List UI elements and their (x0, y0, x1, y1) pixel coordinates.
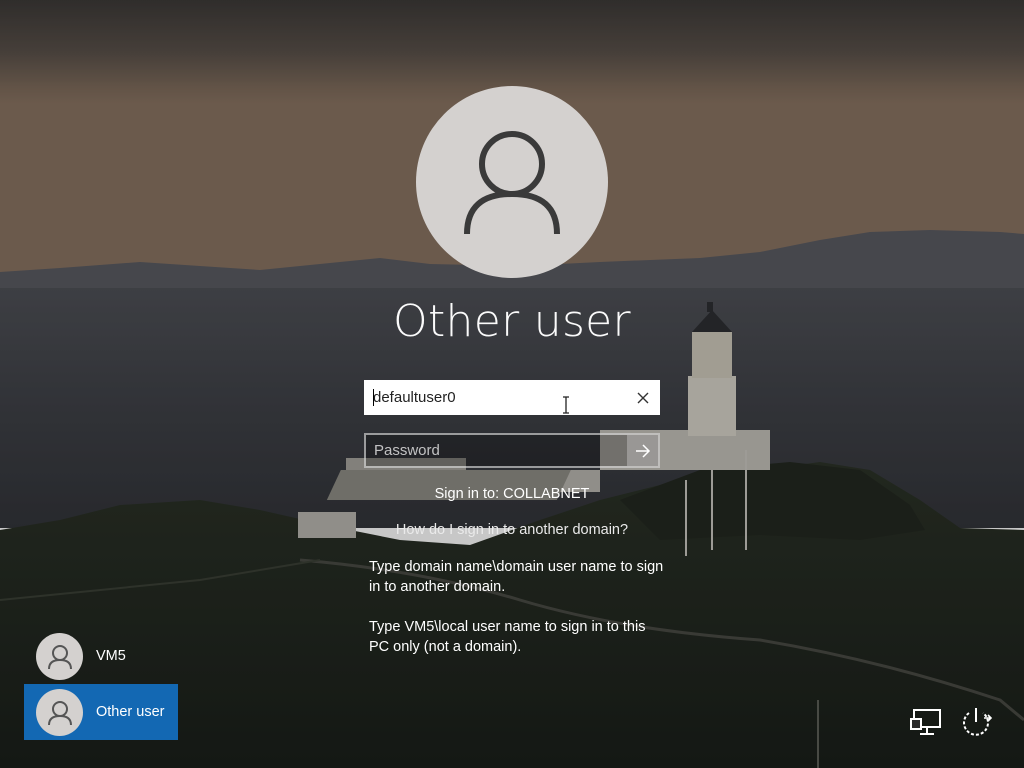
network-button[interactable] (910, 707, 944, 737)
mouse-cursor-ibeam (563, 396, 569, 414)
password-field-container (364, 433, 660, 468)
user-avatar (416, 86, 608, 278)
user-tile-vm5[interactable]: VM5 (24, 628, 178, 684)
user-tile-label: Other user (96, 704, 165, 720)
user-name-title: Other user (393, 296, 631, 347)
tile-avatar (36, 689, 83, 736)
power-icon (963, 708, 993, 736)
tile-avatar (36, 633, 83, 680)
username-input[interactable] (364, 380, 624, 415)
clear-button[interactable] (629, 384, 656, 411)
sign-in-domain-text: Sign in to: COLLABNET (434, 486, 590, 502)
power-button[interactable] (958, 704, 994, 740)
password-input[interactable] (366, 435, 628, 466)
user-icon (464, 131, 560, 235)
help-text-local: Type VM5\local user name to sign in to t… (369, 619, 646, 655)
user-icon (47, 644, 72, 669)
network-icon (910, 709, 941, 735)
user-tile-label: VM5 (96, 648, 126, 664)
other-domain-help-link[interactable]: How do I sign in to another domain? (312, 522, 712, 538)
user-icon (47, 700, 72, 725)
text-caret (373, 389, 374, 406)
username-field-container (364, 380, 660, 415)
submit-button[interactable] (627, 435, 658, 466)
close-icon (637, 392, 648, 403)
help-text-domain: Type domain name\domain user name to sig… (369, 559, 664, 595)
user-tile-other-user[interactable]: Other user (24, 684, 178, 740)
arrow-right-icon (635, 443, 650, 458)
